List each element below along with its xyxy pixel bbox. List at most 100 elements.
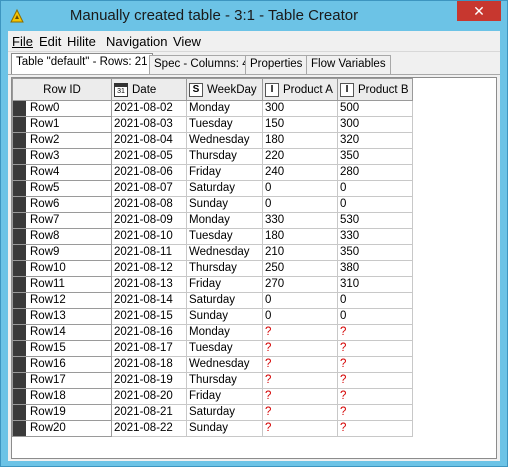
weekday-cell[interactable]: Saturday xyxy=(186,292,263,309)
weekday-cell[interactable]: Monday xyxy=(186,212,263,229)
date-cell[interactable]: 2021-08-05 xyxy=(111,148,187,165)
date-cell[interactable]: 2021-08-14 xyxy=(111,292,187,309)
row-id-cell[interactable]: Row11 xyxy=(12,276,112,293)
table-row[interactable]: Row6 2021-08-08 Sunday 0 0 xyxy=(12,196,413,213)
column-header-weekday[interactable]: S WeekDay xyxy=(186,78,263,101)
date-cell[interactable]: 2021-08-17 xyxy=(111,340,187,357)
weekday-cell[interactable]: Sunday xyxy=(186,308,263,325)
table-row[interactable]: Row2 2021-08-04 Wednesday 180 320 xyxy=(12,132,413,149)
product-a-cell[interactable]: ? xyxy=(262,420,338,437)
product-a-cell[interactable]: ? xyxy=(262,356,338,373)
date-cell[interactable]: 2021-08-07 xyxy=(111,180,187,197)
date-cell[interactable]: 2021-08-08 xyxy=(111,196,187,213)
column-header-date[interactable]: 31 Date xyxy=(111,78,187,101)
row-id-cell[interactable]: Row0 xyxy=(12,100,112,117)
table-row[interactable]: Row20 2021-08-22 Sunday?? xyxy=(12,420,413,437)
product-b-cell[interactable]: 300 xyxy=(337,116,413,133)
date-cell[interactable]: 2021-08-15 xyxy=(111,308,187,325)
product-b-cell[interactable]: 330 xyxy=(337,228,413,245)
product-a-cell[interactable]: 300 xyxy=(262,100,338,117)
product-a-cell[interactable]: ? xyxy=(262,372,338,389)
column-header-product-b[interactable]: I Product B xyxy=(337,78,413,101)
weekday-cell[interactable]: Friday xyxy=(186,276,263,293)
row-id-cell[interactable]: Row16 xyxy=(12,356,112,373)
table-view[interactable]: Row ID 31 Date S WeekDay I Product A I P… xyxy=(11,77,497,459)
date-cell[interactable]: 2021-08-18 xyxy=(111,356,187,373)
date-cell[interactable]: 2021-08-04 xyxy=(111,132,187,149)
weekday-cell[interactable]: Wednesday xyxy=(186,356,263,373)
product-b-cell[interactable]: 500 xyxy=(337,100,413,117)
date-cell[interactable]: 2021-08-20 xyxy=(111,388,187,405)
weekday-cell[interactable]: Friday xyxy=(186,388,263,405)
product-a-cell[interactable]: 150 xyxy=(262,116,338,133)
product-a-cell[interactable]: ? xyxy=(262,340,338,357)
product-b-cell[interactable]: ? xyxy=(337,388,413,405)
product-b-cell[interactable]: ? xyxy=(337,420,413,437)
product-b-cell[interactable]: 0 xyxy=(337,196,413,213)
date-cell[interactable]: 2021-08-21 xyxy=(111,404,187,421)
tab-properties[interactable]: Properties xyxy=(245,55,308,74)
weekday-cell[interactable]: Saturday xyxy=(186,180,263,197)
date-cell[interactable]: 2021-08-10 xyxy=(111,228,187,245)
weekday-cell[interactable]: Thursday xyxy=(186,260,263,277)
product-a-cell[interactable]: 330 xyxy=(262,212,338,229)
weekday-cell[interactable]: Wednesday xyxy=(186,244,263,261)
date-cell[interactable]: 2021-08-16 xyxy=(111,324,187,341)
row-id-cell[interactable]: Row13 xyxy=(12,308,112,325)
product-a-cell[interactable]: ? xyxy=(262,324,338,341)
table-row[interactable]: Row18 2021-08-20 Friday?? xyxy=(12,388,413,405)
product-b-cell[interactable]: 320 xyxy=(337,132,413,149)
product-a-cell[interactable]: ? xyxy=(262,404,338,421)
weekday-cell[interactable]: Sunday xyxy=(186,196,263,213)
row-id-cell[interactable]: Row8 xyxy=(12,228,112,245)
date-cell[interactable]: 2021-08-03 xyxy=(111,116,187,133)
date-cell[interactable]: 2021-08-13 xyxy=(111,276,187,293)
row-id-cell[interactable]: Row5 xyxy=(12,180,112,197)
table-row[interactable]: Row13 2021-08-15 Sunday 0 0 xyxy=(12,308,413,325)
tab-table-default[interactable]: Table "default" - Rows: 21 xyxy=(11,53,153,75)
date-cell[interactable]: 2021-08-09 xyxy=(111,212,187,229)
product-a-cell[interactable]: 220 xyxy=(262,148,338,165)
table-row[interactable]: Row1 2021-08-03 Tuesday 150 300 xyxy=(12,116,413,133)
product-a-cell[interactable]: 210 xyxy=(262,244,338,261)
product-b-cell[interactable]: ? xyxy=(337,372,413,389)
row-id-cell[interactable]: Row7 xyxy=(12,212,112,229)
title-bar[interactable]: Manually created table - 3:1 - Table Cre… xyxy=(1,1,507,31)
date-cell[interactable]: 2021-08-06 xyxy=(111,164,187,181)
product-a-cell[interactable]: 180 xyxy=(262,228,338,245)
table-row[interactable]: Row17 2021-08-19 Thursday?? xyxy=(12,372,413,389)
row-id-cell[interactable]: Row18 xyxy=(12,388,112,405)
menu-edit[interactable]: Edit xyxy=(39,34,61,49)
row-id-cell[interactable]: Row6 xyxy=(12,196,112,213)
menu-file[interactable]: File xyxy=(12,34,33,49)
row-id-cell[interactable]: Row19 xyxy=(12,404,112,421)
table-row[interactable]: Row7 2021-08-09 Monday 330 530 xyxy=(12,212,413,229)
product-b-cell[interactable]: 280 xyxy=(337,164,413,181)
row-id-cell[interactable]: Row17 xyxy=(12,372,112,389)
weekday-cell[interactable]: Saturday xyxy=(186,404,263,421)
product-b-cell[interactable]: ? xyxy=(337,356,413,373)
date-cell[interactable]: 2021-08-22 xyxy=(111,420,187,437)
weekday-cell[interactable]: Monday xyxy=(186,324,263,341)
product-b-cell[interactable]: 0 xyxy=(337,180,413,197)
table-row[interactable]: Row9 2021-08-11 Wednesday 210 350 xyxy=(12,244,413,261)
product-b-cell[interactable]: 0 xyxy=(337,292,413,309)
product-a-cell[interactable]: 0 xyxy=(262,196,338,213)
weekday-cell[interactable]: Thursday xyxy=(186,148,263,165)
date-cell[interactable]: 2021-08-12 xyxy=(111,260,187,277)
row-id-cell[interactable]: Row2 xyxy=(12,132,112,149)
row-id-cell[interactable]: Row12 xyxy=(12,292,112,309)
product-a-cell[interactable]: ? xyxy=(262,388,338,405)
product-b-cell[interactable]: 310 xyxy=(337,276,413,293)
product-a-cell[interactable]: 0 xyxy=(262,292,338,309)
product-b-cell[interactable]: ? xyxy=(337,324,413,341)
row-id-cell[interactable]: Row1 xyxy=(12,116,112,133)
product-b-cell[interactable]: ? xyxy=(337,404,413,421)
product-a-cell[interactable]: 0 xyxy=(262,308,338,325)
row-id-cell[interactable]: Row20 xyxy=(12,420,112,437)
table-row[interactable]: Row5 2021-08-07 Saturday 0 0 xyxy=(12,180,413,197)
tab-flow-variables[interactable]: Flow Variables xyxy=(306,55,391,74)
column-header-row-id[interactable]: Row ID xyxy=(12,78,112,101)
menu-navigation[interactable]: Navigation xyxy=(106,34,167,49)
close-button[interactable]: ✕ xyxy=(457,1,501,21)
